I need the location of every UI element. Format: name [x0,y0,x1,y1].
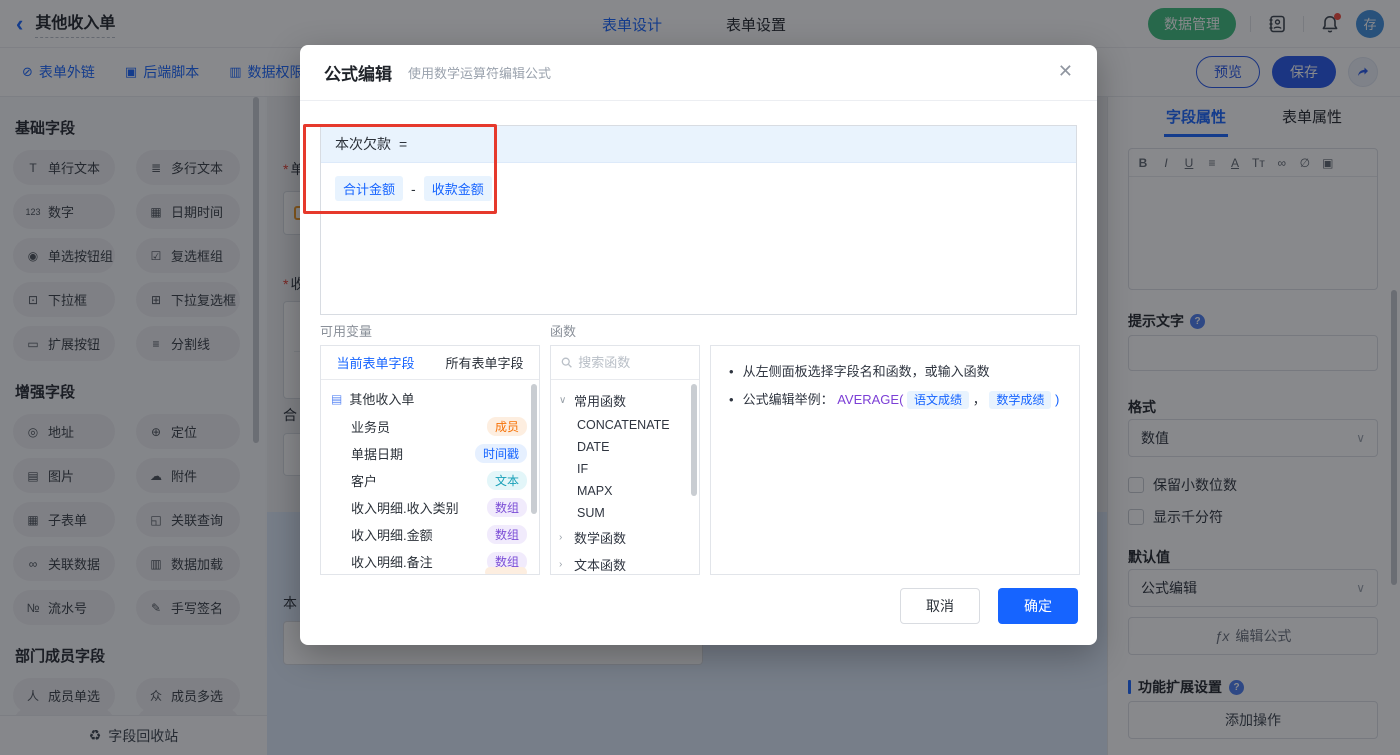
tab-current-form-fields[interactable]: 当前表单字段 [321,346,430,379]
modal-title: 公式编辑 [324,65,392,84]
field-chip-example: 语文成绩 [907,391,970,409]
type-badge: 成员 [486,417,527,436]
group-common-functions[interactable]: ∨ 常用函数 [551,387,699,414]
function-search[interactable] [551,346,699,380]
chevron-right-icon: › [559,532,563,543]
variables-root[interactable]: ▤ 其他收入单 [321,380,539,413]
clipped-badge [485,567,527,574]
functions-label: 函数 [550,324,577,339]
help-example-comma: ， [972,392,986,407]
variable-row[interactable]: 客户 文本 [321,467,539,494]
type-badge: 文本 [486,471,527,490]
function-concatenate[interactable]: CONCATENATE [551,414,699,436]
functions-scrollbar[interactable] [691,384,697,496]
function-date[interactable]: DATE [551,436,699,458]
confirm-button[interactable]: 确定 [998,588,1078,624]
group-math-functions[interactable]: › 数学函数 [551,524,699,551]
cancel-button[interactable]: 取消 [900,588,980,624]
annotation-highlight-box [303,124,497,214]
type-badge: 数组 [486,498,527,517]
function-mapx[interactable]: MAPX [551,480,699,502]
variable-row[interactable]: 业务员 成员 [321,413,539,440]
bullet-icon: • [729,364,734,379]
variable-row[interactable]: 单据日期 时间戳 [321,440,539,467]
chevron-down-icon: ∨ [559,395,567,406]
help-example-function: AVERAGE( [837,392,904,407]
modal-subtitle: 使用数学运算符编辑公式 [408,66,552,81]
help-example-close-paren: ) [1054,392,1060,407]
variables-panel: 当前表单字段 所有表单字段 ▤ 其他收入单 业务员 成员 单据日期 时间戳 客户 文本… [320,345,540,575]
help-example-prefix: 公式编辑举例： [742,392,834,407]
close-icon[interactable]: ✕ [1058,61,1073,82]
function-list: ∨ 常用函数 CONCATENATE DATE IF MAPX SUM › 数学… [551,380,699,574]
variables-label: 可用变量 [320,324,373,339]
form-doc-icon: ▤ [331,391,343,406]
type-badge: 时间戳 [474,444,527,463]
modal-header: 公式编辑 使用数学运算符编辑公式 [300,45,1097,101]
variables-scrollbar[interactable] [531,384,537,514]
app-root: ‹ 其他收入单 表单设计 表单设置 数据管理 存 ⊘ 表单外链 ▣ [0,0,1400,755]
function-search-input[interactable] [578,355,689,370]
group-text-functions[interactable]: › 文本函数 [551,551,699,574]
function-sum[interactable]: SUM [551,502,699,524]
help-line-1: • 从左侧面板选择字段名和函数，或输入函数 [729,361,1061,383]
variable-row[interactable]: 收入明细.金额 数组 [321,521,539,548]
bullet-icon: • [729,392,734,407]
chevron-right-icon: › [559,559,563,570]
function-if[interactable]: IF [551,458,699,480]
help-panel: • 从左侧面板选择字段名和函数，或输入函数 • 公式编辑举例： AVERAGE(… [710,345,1080,575]
field-chip-example: 数学成绩 [989,391,1052,409]
help-line-2: • 公式编辑举例： AVERAGE( 语文成绩 ， 数学成绩 ) [729,389,1061,411]
tab-all-form-fields[interactable]: 所有表单字段 [430,346,539,379]
functions-panel: ∨ 常用函数 CONCATENATE DATE IF MAPX SUM › 数学… [550,345,700,575]
type-badge: 数组 [486,525,527,544]
variable-row[interactable]: 收入明细.收入类别 数组 [321,494,539,521]
variables-tabs: 当前表单字段 所有表单字段 [321,346,539,380]
search-icon [561,357,572,368]
